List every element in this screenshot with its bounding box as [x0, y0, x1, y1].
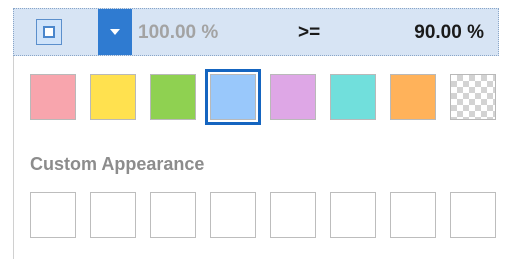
custom-slot[interactable] [90, 192, 136, 238]
swatch-cyan[interactable] [330, 74, 376, 120]
appearance-color-button[interactable] [36, 19, 62, 45]
custom-slot[interactable] [270, 192, 316, 238]
swatch-purple[interactable] [270, 74, 316, 120]
appearance-dropdown-panel: Custom Appearance [13, 56, 514, 259]
square-color-icon [43, 26, 55, 38]
custom-slot[interactable] [330, 192, 376, 238]
custom-appearance-heading: Custom Appearance [30, 154, 205, 174]
custom-slot[interactable] [390, 192, 436, 238]
predefined-swatches [30, 69, 500, 125]
custom-swatches [30, 192, 500, 240]
swatch-red[interactable] [30, 74, 76, 120]
comparison-operator[interactable]: >= [298, 22, 320, 44]
chevron-down-icon [110, 29, 120, 35]
swatch-green[interactable] [150, 74, 196, 120]
custom-slot[interactable] [210, 192, 256, 238]
custom-slot[interactable] [30, 192, 76, 238]
swatch-yellow[interactable] [90, 74, 136, 120]
custom-slot[interactable] [150, 192, 196, 238]
custom-slot[interactable] [450, 192, 496, 238]
swatch-blue[interactable] [205, 69, 261, 125]
current-value: 100.00 % [138, 22, 219, 43]
condition-toolbar: 100.00 % >= 90.00 % [13, 8, 499, 56]
threshold-value[interactable]: 90.00 % [414, 22, 484, 44]
swatch-orange[interactable] [390, 74, 436, 120]
swatch-transparent[interactable] [450, 74, 496, 120]
appearance-dropdown-button[interactable] [98, 9, 132, 55]
